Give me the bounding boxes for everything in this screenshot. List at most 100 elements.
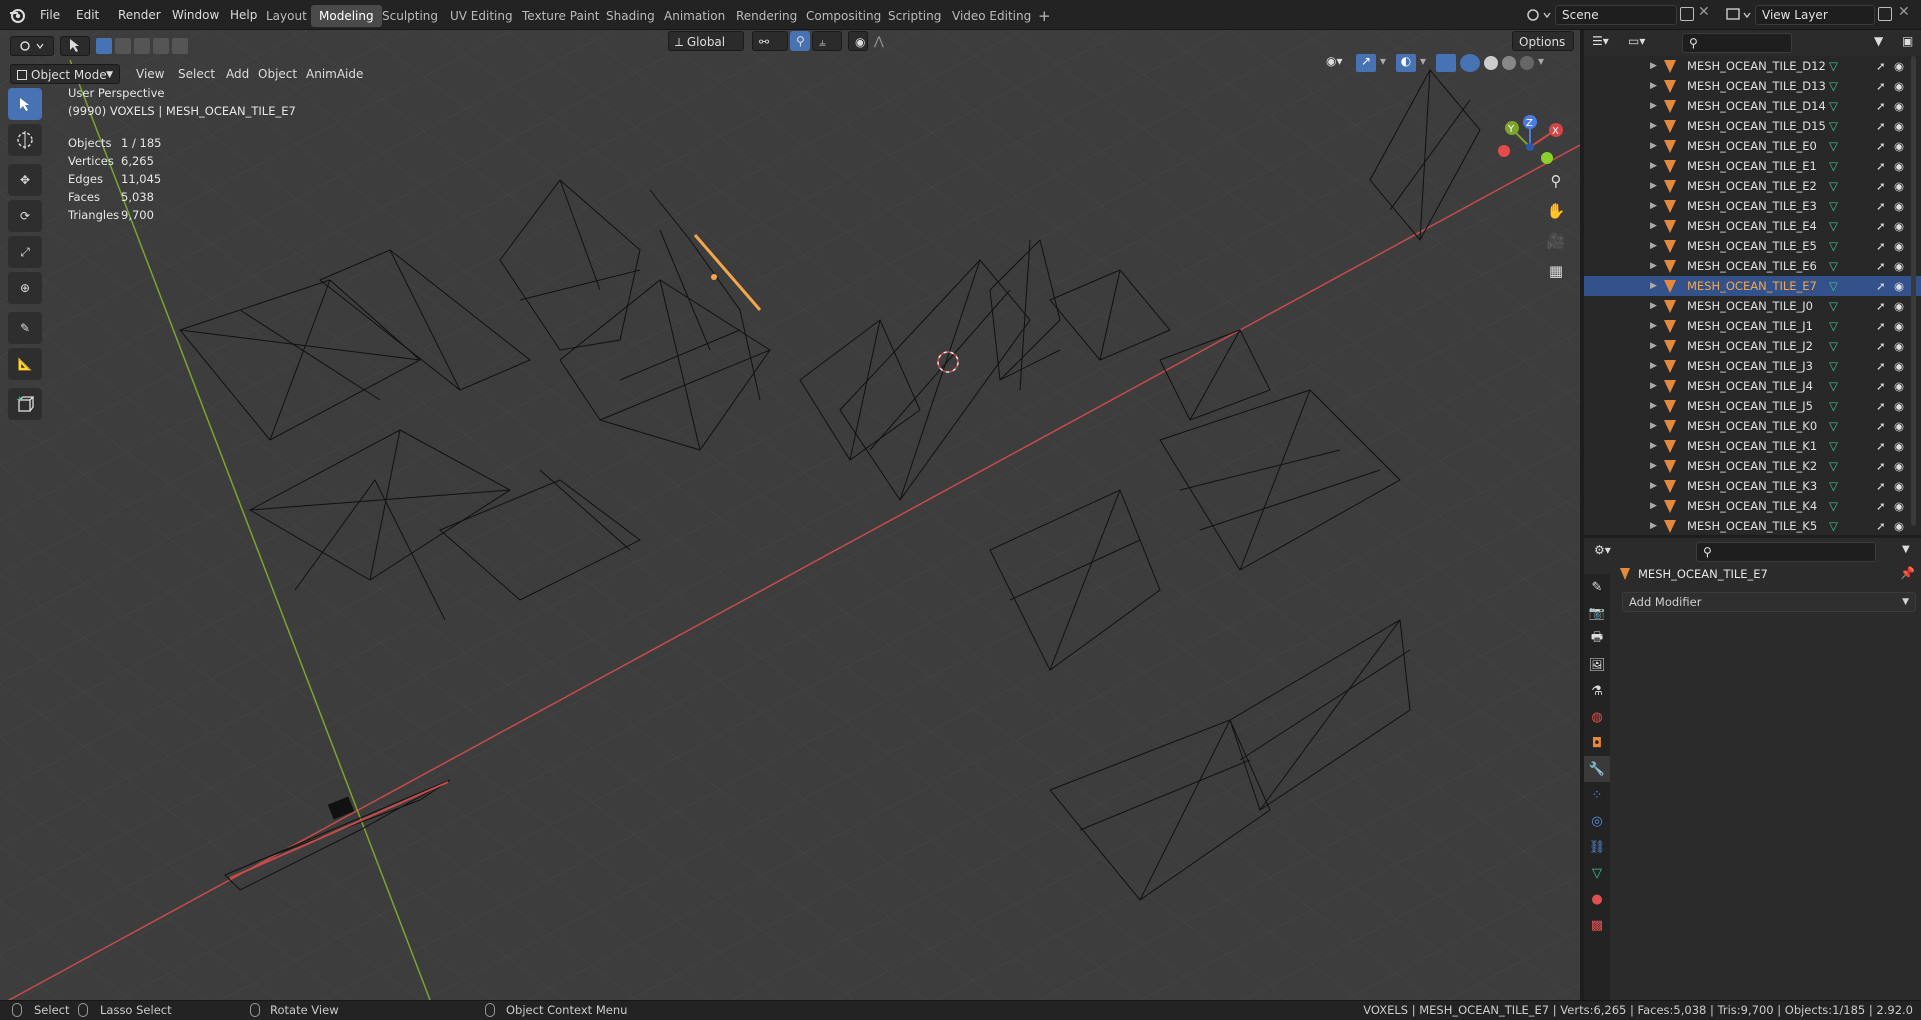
visibility-eye-icon[interactable]: ◉ [1894,236,1904,256]
expand-arrow-icon[interactable]: ▶ [1650,196,1657,216]
outliner-row[interactable]: ▶ MESH_OCEAN_TILE_J4 ▽ ➚ ◉ [1584,376,1921,396]
mesh-data-icon[interactable]: ▽ [1829,496,1838,516]
tab-modeling[interactable]: Modeling [311,5,382,27]
expand-arrow-icon[interactable]: ▶ [1650,516,1657,536]
view-layer-tab-icon[interactable]: 🖼 [1584,652,1610,678]
outliner-editor-type-icon[interactable]: ☰▾ [1592,34,1609,48]
selectable-arrow-icon[interactable]: ➚ [1876,76,1886,96]
selectable-arrow-icon[interactable]: ➚ [1876,256,1886,276]
selectable-arrow-icon[interactable]: ➚ [1876,216,1886,236]
visibility-eye-icon[interactable]: ◉ [1894,336,1904,356]
expand-arrow-icon[interactable]: ▶ [1650,396,1657,416]
select-intersect-icon[interactable] [172,38,188,54]
remove-view-layer-icon[interactable]: ✕ [1898,4,1910,20]
output-tab-icon[interactable]: 🖶 [1584,626,1610,652]
outliner-row[interactable]: ▶ MESH_OCEAN_TILE_K4 ▽ ➚ ◉ [1584,496,1921,516]
outliner-item-name[interactable]: MESH_OCEAN_TILE_E7 [1687,276,1817,296]
constraints-tab-icon[interactable]: ⛓ [1584,834,1610,860]
visibility-eye-icon[interactable]: ◉ [1894,476,1904,496]
properties-editor-type-icon[interactable]: ⚙▾ [1594,543,1611,557]
expand-arrow-icon[interactable]: ▶ [1650,496,1657,516]
mesh-data-icon[interactable]: ▽ [1829,196,1838,216]
mesh-data-icon[interactable]: ▽ [1829,416,1838,436]
display-mode-icon[interactable]: ▭▾ [1628,34,1645,48]
selectable-arrow-icon[interactable]: ➚ [1876,456,1886,476]
outliner-item-name[interactable]: MESH_OCEAN_TILE_E6 [1687,256,1817,276]
mesh-data-icon[interactable]: ▽ [1829,456,1838,476]
visibility-eye-icon[interactable]: ◉ [1894,216,1904,236]
outliner-item-name[interactable]: MESH_OCEAN_TILE_J2 [1687,336,1813,356]
outliner-item-name[interactable]: MESH_OCEAN_TILE_K0 [1687,416,1817,436]
annotate-tool-icon[interactable]: ✎ [8,312,42,344]
selectable-arrow-icon[interactable]: ➚ [1876,236,1886,256]
outliner-item-name[interactable]: MESH_OCEAN_TILE_E3 [1687,196,1817,216]
visibility-eye-icon[interactable]: ◉ [1894,256,1904,276]
mesh-data-icon[interactable]: ▽ [1829,476,1838,496]
menu-render[interactable]: Render [112,5,167,25]
outliner-row[interactable]: ▶ MESH_OCEAN_TILE_D15 ▽ ➚ ◉ [1584,116,1921,136]
mesh-data-icon[interactable]: ▽ [1829,316,1838,336]
tool-tab-icon[interactable]: ✎ [1584,574,1610,600]
outliner-row[interactable]: ▶ MESH_OCEAN_TILE_D13 ▽ ➚ ◉ [1584,76,1921,96]
tab-animation[interactable]: Animation [656,5,733,27]
editor-type-button[interactable] [10,36,54,56]
tab-shading[interactable]: Shading [598,5,663,27]
mesh-data-icon[interactable]: ▽ [1829,176,1838,196]
expand-arrow-icon[interactable]: ▶ [1650,116,1657,136]
mesh-data-icon[interactable]: ▽ [1829,276,1838,296]
expand-arrow-icon[interactable]: ▶ [1650,476,1657,496]
scene-selector-icon[interactable] [1524,5,1554,25]
tab-texture-paint[interactable]: Texture Paint [514,5,607,27]
select-new-icon[interactable] [96,38,112,54]
mesh-data-icon[interactable]: ▽ [1829,116,1838,136]
visibility-eye-icon[interactable]: ◉ [1894,276,1904,296]
outliner-row[interactable]: ▶ MESH_OCEAN_TILE_J0 ▽ ➚ ◉ [1584,296,1921,316]
falloff-icon[interactable]: ⋀ [868,31,890,51]
new-scene-icon[interactable] [1680,7,1694,21]
selectable-arrow-icon[interactable]: ➚ [1876,276,1886,296]
select-subtract-icon[interactable] [134,38,150,54]
new-view-layer-icon[interactable] [1878,7,1892,21]
viewport-menu-view[interactable]: View [130,64,170,84]
visibility-eye-icon[interactable]: ◉ [1894,316,1904,336]
snap-toggle-icon[interactable]: ⚲ [790,31,810,51]
visibility-eye-icon[interactable]: ◉ [1894,136,1904,156]
selectable-arrow-icon[interactable]: ➚ [1876,156,1886,176]
properties-search-input[interactable]: ⚲ [1696,542,1876,562]
transform-tool-icon[interactable]: ⊕ [8,272,42,304]
material-tab-icon[interactable]: ● [1584,886,1610,912]
visibility-eye-icon[interactable]: ◉ [1894,176,1904,196]
visibility-eye-icon[interactable]: ◉ [1894,436,1904,456]
proportional-editing-icon[interactable]: ◉ [848,31,868,51]
filter-icon[interactable]: ▼ [1874,34,1883,48]
gizmo-dropdown-icon[interactable]: ▾ [1380,54,1392,72]
new-collection-icon[interactable]: ▣ [1902,34,1913,48]
snap-element-icon[interactable]: ⫨ [812,31,842,51]
ortho-toggle-icon[interactable]: ▦ [1543,262,1569,284]
pan-hand-icon[interactable]: ✋ [1543,202,1569,224]
transform-orientation-dropdown[interactable]: ⟂ Global [668,31,744,51]
shading-dropdown-icon[interactable]: ▾ [1538,54,1550,72]
selectable-arrow-icon[interactable]: ➚ [1876,56,1886,76]
view-layer-selector-icon[interactable] [1724,5,1754,25]
outliner-row[interactable]: ▶ MESH_OCEAN_TILE_D14 ▽ ➚ ◉ [1584,96,1921,116]
mesh-data-icon[interactable]: ▽ [1829,216,1838,236]
outliner-row[interactable]: ▶ MESH_OCEAN_TILE_E4 ▽ ➚ ◉ [1584,216,1921,236]
pivot-point-icon[interactable]: ⚯ [752,31,788,51]
outliner-row[interactable]: ▶ MESH_OCEAN_TILE_D12 ▽ ➚ ◉ [1584,56,1921,76]
outliner-item-name[interactable]: MESH_OCEAN_TILE_D13 [1687,76,1826,96]
selectable-arrow-icon[interactable]: ➚ [1876,176,1886,196]
expand-arrow-icon[interactable]: ▶ [1650,436,1657,456]
expand-arrow-icon[interactable]: ▶ [1650,236,1657,256]
selectable-arrow-icon[interactable]: ➚ [1876,416,1886,436]
xray-toggle-icon[interactable] [1436,54,1456,72]
selectable-arrow-icon[interactable]: ➚ [1876,436,1886,456]
mesh-data-icon[interactable]: ▽ [1829,356,1838,376]
visibility-eye-icon[interactable]: ◉ [1894,356,1904,376]
viewport-menu-add[interactable]: Add [220,64,255,84]
world-tab-icon[interactable]: ◍ [1584,704,1610,730]
modifiers-tab-icon[interactable]: 🔧 [1584,756,1610,782]
visibility-eye-icon[interactable]: ◉ [1894,196,1904,216]
tab-rendering[interactable]: Rendering [728,5,805,27]
outliner-row[interactable]: ▶ MESH_OCEAN_TILE_J5 ▽ ➚ ◉ [1584,396,1921,416]
